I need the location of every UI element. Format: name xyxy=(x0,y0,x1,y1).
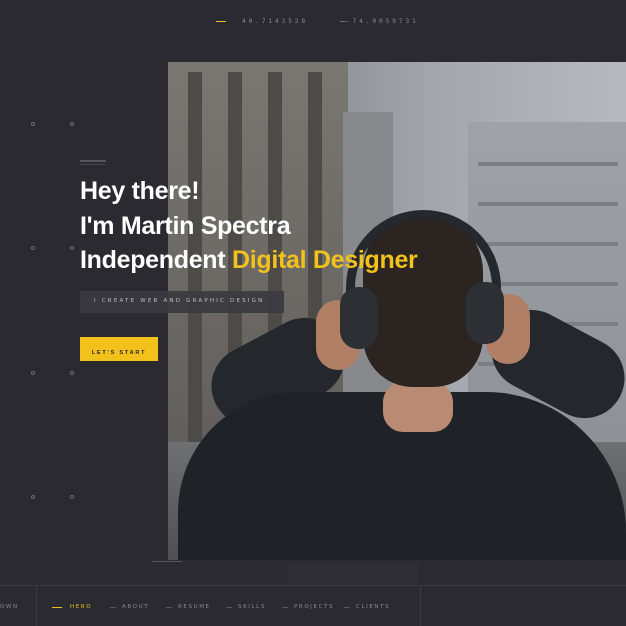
decor-dot xyxy=(70,246,74,250)
headline-accent: Digital Designer xyxy=(231,246,418,274)
nav-dash xyxy=(110,607,116,608)
tagline-box: I CREATE WEB AND GRAPHIC DESIGN xyxy=(80,291,284,313)
nav-dash xyxy=(282,607,288,608)
decor-dot xyxy=(70,495,74,499)
active-indicator xyxy=(52,607,62,608)
nav-item-projects[interactable]: PROJECTS xyxy=(294,604,334,610)
nav-dash xyxy=(166,607,172,608)
top-bar: 40.7143528 -74.0059731 xyxy=(0,0,626,44)
nav-item-clients[interactable]: CLIENTS xyxy=(356,604,390,610)
headline-prefix: Independent xyxy=(80,246,232,274)
nav-dash xyxy=(344,607,350,608)
decor-dot xyxy=(70,371,74,375)
latitude-marker xyxy=(216,21,226,22)
headline-line-3: Independent Digital Designer xyxy=(80,246,418,275)
nav-item-skills[interactable]: SKILLS xyxy=(238,604,266,610)
latitude-text: 40.7143528 xyxy=(242,18,309,25)
nav-item-resume[interactable]: RESUME xyxy=(178,604,211,610)
lets-start-label: LET'S START xyxy=(91,349,147,356)
hero-accent-line xyxy=(80,160,106,162)
longitude-text: -74.0059731 xyxy=(346,18,419,25)
bottom-navigation: OWN HERO ABOUT RESUME SKILLS PROJECTS CL… xyxy=(0,586,626,626)
headline-line-1: Hey there! xyxy=(80,177,200,205)
divider xyxy=(36,586,37,626)
nav-item-about[interactable]: ABOUT xyxy=(122,604,149,610)
decor-dot xyxy=(31,122,35,126)
lets-start-button[interactable]: LET'S START xyxy=(80,337,158,361)
hero-accent-line xyxy=(80,164,106,165)
headline-line-2: I'm Martin Spectra xyxy=(80,212,291,240)
nav-dash xyxy=(226,607,232,608)
decor-dot xyxy=(31,371,35,375)
divider xyxy=(152,561,182,562)
decor-dot xyxy=(31,495,35,499)
decor-dot xyxy=(31,246,35,250)
scroll-down-link[interactable]: OWN xyxy=(0,604,19,610)
photo-shadow xyxy=(288,562,418,586)
divider xyxy=(420,586,421,626)
tagline-text: I CREATE WEB AND GRAPHIC DESIGN xyxy=(94,298,265,304)
nav-item-hero[interactable]: HERO xyxy=(70,604,92,610)
decor-dot xyxy=(70,122,74,126)
